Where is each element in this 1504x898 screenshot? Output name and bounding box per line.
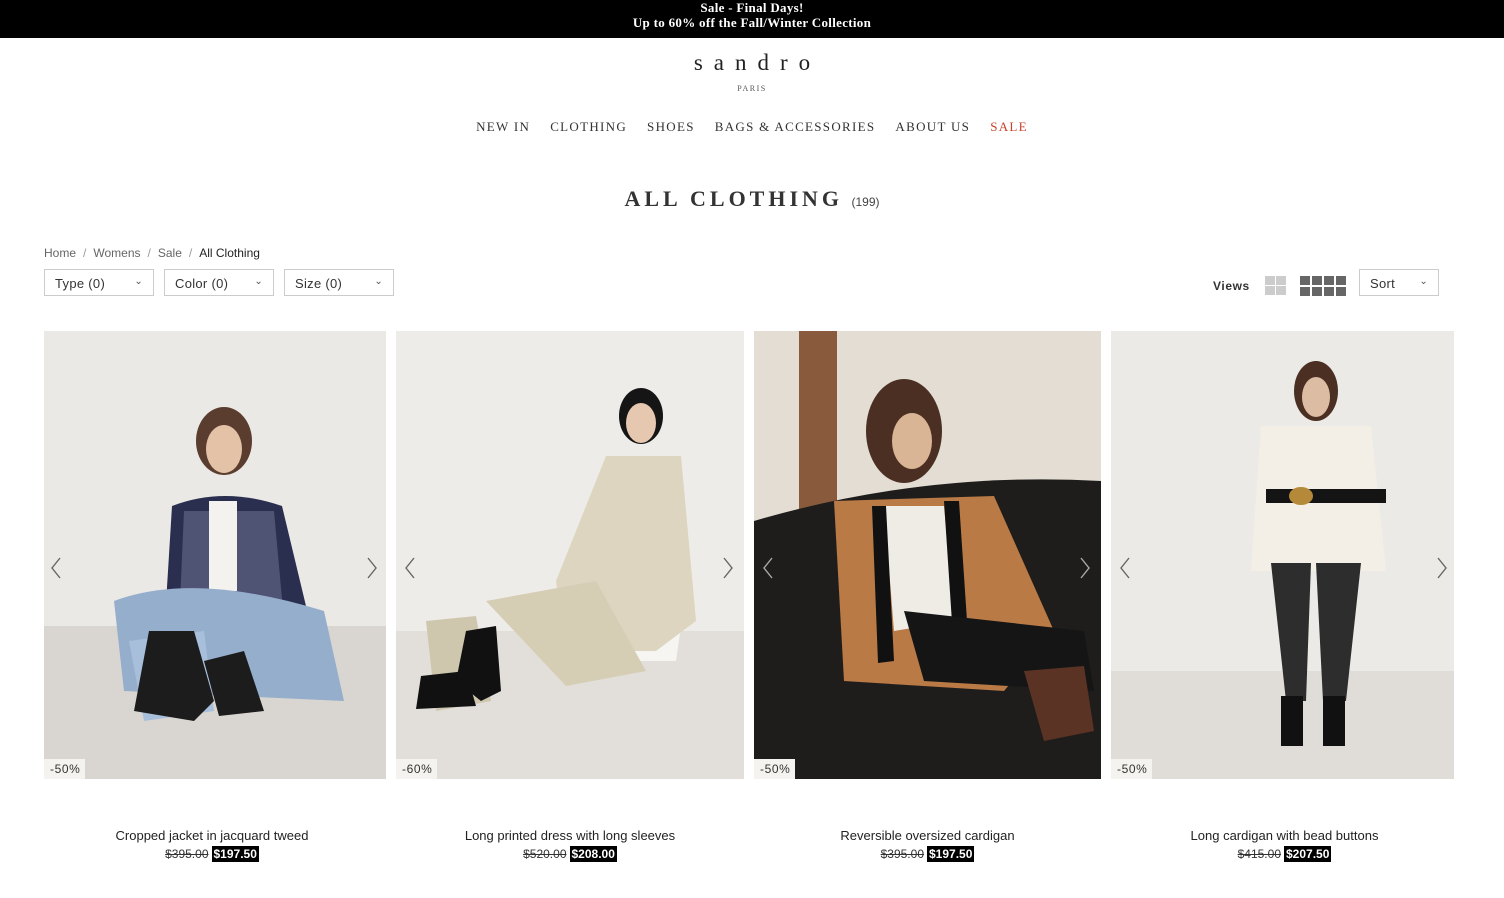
promo-line-2: Up to 60% off the Fall/Winter Collection [632,15,872,30]
page-title: ALL CLOTHING [624,186,844,211]
product-name[interactable]: Cropped jacket in jacquard tweed [44,828,380,843]
filter-type-dropdown[interactable]: Type (0) ⌄ [44,269,154,296]
chevron-right-icon[interactable] [1077,556,1093,580]
breadcrumb-sale[interactable]: Sale [158,246,182,260]
discount-badge: -50% [44,759,86,779]
chevron-left-icon[interactable] [760,556,776,580]
chevron-right-icon[interactable] [720,556,736,580]
chevron-right-icon[interactable] [1434,556,1450,580]
promo-banner[interactable]: Sale - Final Days! Up to 60% off the Fal… [0,0,1504,38]
promo-line-1: Sale - Final Days! [700,0,804,15]
filter-size-dropdown[interactable]: Size (0) ⌄ [284,269,394,296]
product-price: $395.00 $197.50 [44,846,380,862]
original-price: $395.00 [880,847,924,861]
chevron-right-icon[interactable] [364,556,380,580]
main-nav: NEW IN CLOTHING SHOES BAGS & ACCESSORIES… [0,119,1504,135]
product-price: $415.00 $207.50 [1111,846,1458,862]
chevron-left-icon[interactable] [48,556,64,580]
chevron-down-icon: ⌄ [134,276,143,287]
product-image[interactable] [754,331,1101,779]
product-image[interactable] [44,331,386,779]
filter-color-dropdown[interactable]: Color (0) ⌄ [164,269,274,296]
grid-2-columns-icon[interactable] [1265,276,1286,296]
product-card[interactable]: -60% [396,331,744,779]
original-price: $415.00 [1237,847,1281,861]
product-image[interactable] [1111,331,1454,779]
breadcrumb-separator: / [147,246,151,260]
product-name[interactable]: Reversible oversized cardigan [754,828,1101,843]
filter-type-label: Type (0) [55,276,106,291]
product-card[interactable]: -50% [44,331,386,779]
nav-item-bags-accessories[interactable]: BAGS & ACCESSORIES [715,119,876,135]
sort-label: Sort [1370,276,1396,291]
sort-dropdown[interactable]: Sort ⌄ [1359,269,1439,296]
product-price: $395.00 $197.50 [754,846,1101,862]
original-price: $520.00 [523,847,567,861]
product-name[interactable]: Long cardigan with bead buttons [1111,828,1458,843]
discount-badge: -50% [754,759,796,779]
discount-badge: -60% [396,759,438,779]
product-card[interactable]: -50% [754,331,1101,779]
nav-item-shoes[interactable]: SHOES [647,119,695,135]
chevron-left-icon[interactable] [402,556,418,580]
breadcrumb-separator: / [83,246,87,260]
brand-subtitle: PARIS [737,84,767,93]
filter-size-label: Size (0) [295,276,343,291]
breadcrumb-separator: / [188,246,193,260]
product-card[interactable]: -50% [1111,331,1454,779]
nav-item-new-in[interactable]: NEW IN [476,119,530,135]
product-count: (199) [851,195,880,209]
nav-item-sale[interactable]: SALE [990,119,1028,135]
chevron-left-icon[interactable] [1117,556,1133,580]
product-name[interactable]: Long printed dress with long sleeves [396,828,744,843]
original-price: $395.00 [165,847,209,861]
chevron-down-icon: ⌄ [254,276,263,287]
breadcrumb: Home / Womens / Sale / All Clothing [44,246,260,260]
breadcrumb-current: All Clothing [199,246,260,260]
sale-price: $208.00 [569,846,617,862]
brand-logo[interactable]: sandro [0,50,1504,76]
discount-badge: -50% [1111,759,1153,779]
product-price: $520.00 $208.00 [396,846,744,862]
nav-item-clothing[interactable]: CLOTHING [550,119,627,135]
chevron-down-icon: ⌄ [374,276,383,287]
breadcrumb-home[interactable]: Home [44,246,76,260]
sale-price: $197.50 [211,846,259,862]
page-title-block: ALL CLOTHING (199) [0,186,1504,212]
nav-item-about-us[interactable]: ABOUT US [895,119,970,135]
breadcrumb-womens[interactable]: Womens [93,246,140,260]
sale-price: $197.50 [927,846,975,862]
sale-price: $207.50 [1284,846,1332,862]
filter-color-label: Color (0) [175,276,229,291]
product-image[interactable] [396,331,744,779]
chevron-down-icon: ⌄ [1419,276,1428,287]
grid-4-columns-icon[interactable] [1300,276,1346,296]
views-label: Views [1213,279,1250,293]
